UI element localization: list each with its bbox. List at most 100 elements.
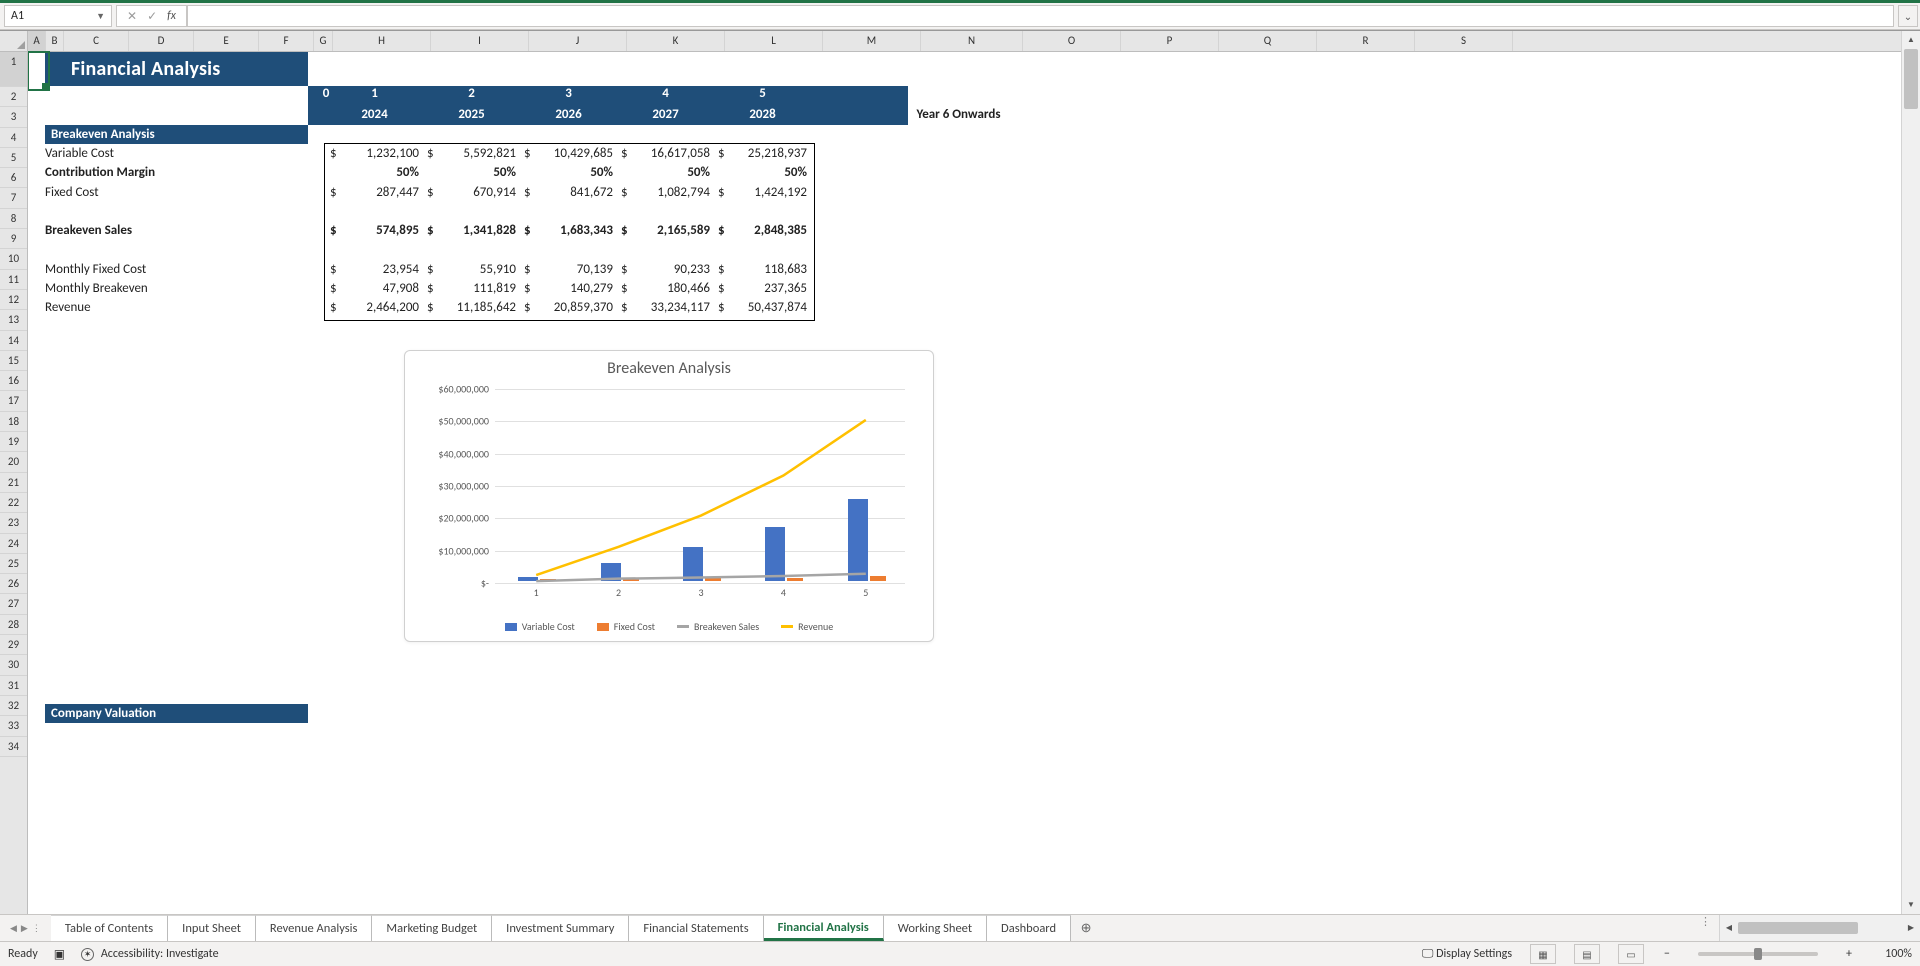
row-head-27[interactable]: 27 xyxy=(0,594,27,614)
select-all-corner[interactable] xyxy=(0,31,27,52)
sheet-tab-working-sheet[interactable]: Working Sheet xyxy=(884,915,987,941)
breakeven-chart[interactable]: Breakeven Analysis $-$10,000,000$20,000,… xyxy=(404,350,934,642)
row-head-13[interactable]: 13 xyxy=(0,310,27,330)
col-head-E[interactable]: E xyxy=(194,31,259,51)
normal-view-button[interactable]: ▦ xyxy=(1530,944,1556,964)
row-head-24[interactable]: 24 xyxy=(0,534,27,554)
cells[interactable]: Financial Analysis0123452024202520262027… xyxy=(28,52,1901,914)
zoom-slider[interactable] xyxy=(1698,952,1818,956)
scroll-up-icon[interactable]: ▲ xyxy=(1902,31,1920,49)
col-head-N[interactable]: N xyxy=(921,31,1023,51)
col-head-O[interactable]: O xyxy=(1023,31,1121,51)
row-head-1[interactable]: 1 xyxy=(0,52,27,87)
page-break-view-button[interactable]: ▭ xyxy=(1618,944,1644,964)
scroll-right-icon[interactable]: ▶ xyxy=(1902,919,1920,937)
row-head-15[interactable]: 15 xyxy=(0,351,27,371)
row-head-25[interactable]: 25 xyxy=(0,554,27,574)
col-head-S[interactable]: S xyxy=(1415,31,1513,51)
row-head-9[interactable]: 9 xyxy=(0,229,27,249)
hscroll-thumb[interactable] xyxy=(1738,922,1858,934)
grid-body[interactable]: ABCDEFGHIJKLMNOPQRS Financial Analysis01… xyxy=(28,31,1901,914)
scroll-left-icon[interactable]: ◀ xyxy=(1720,919,1738,937)
row-head-17[interactable]: 17 xyxy=(0,391,27,411)
label-variable-cost: Variable Cost xyxy=(45,144,308,163)
col-head-J[interactable]: J xyxy=(529,31,627,51)
name-box-chevron-icon[interactable]: ▼ xyxy=(96,11,105,22)
col-head-G[interactable]: G xyxy=(314,31,333,51)
row-head-29[interactable]: 29 xyxy=(0,635,27,655)
zoom-level[interactable]: 100% xyxy=(1872,947,1912,961)
row-head-11[interactable]: 11 xyxy=(0,270,27,290)
sheet-tab-table-of-contents[interactable]: Table of Contents xyxy=(51,915,168,941)
col-head-D[interactable]: D xyxy=(129,31,194,51)
tab-overflow-icon[interactable]: ⋮ xyxy=(1692,915,1719,941)
row-head-26[interactable]: 26 xyxy=(0,574,27,594)
macro-record-icon[interactable]: ▣ xyxy=(54,947,65,962)
display-settings-button[interactable]: 🖵 Display Settings xyxy=(1422,947,1512,961)
row-head-3[interactable]: 3 xyxy=(0,107,27,127)
col-head-L[interactable]: L xyxy=(725,31,823,51)
row-head-8[interactable]: 8 xyxy=(0,209,27,229)
tab-menu-icon[interactable]: ⋮ xyxy=(32,923,41,934)
sheet-tab-revenue-analysis[interactable]: Revenue Analysis xyxy=(256,915,373,941)
row-head-23[interactable]: 23 xyxy=(0,513,27,533)
row-head-28[interactable]: 28 xyxy=(0,615,27,635)
col-head-F[interactable]: F xyxy=(259,31,314,51)
row-head-14[interactable]: 14 xyxy=(0,331,27,351)
sheet-tab-input-sheet[interactable]: Input Sheet xyxy=(168,915,256,941)
row-head-10[interactable]: 10 xyxy=(0,249,27,269)
col-head-C[interactable]: C xyxy=(64,31,129,51)
row-head-21[interactable]: 21 xyxy=(0,473,27,493)
col-head-H[interactable]: H xyxy=(333,31,431,51)
year-2026: 2026 xyxy=(520,105,617,124)
row-head-30[interactable]: 30 xyxy=(0,655,27,675)
col-head-P[interactable]: P xyxy=(1121,31,1219,51)
row-head-6[interactable]: 6 xyxy=(0,168,27,188)
row-head-2[interactable]: 2 xyxy=(0,87,27,107)
zoom-in-button[interactable]: + xyxy=(1842,947,1856,961)
row-head-32[interactable]: 32 xyxy=(0,696,27,716)
label-revenue: Revenue xyxy=(45,298,308,317)
row-head-34[interactable]: 34 xyxy=(0,737,27,757)
formula-input[interactable] xyxy=(187,5,1894,27)
col-head-M[interactable]: M xyxy=(823,31,921,51)
add-sheet-button[interactable]: ⊕ xyxy=(1071,915,1101,941)
zoom-out-button[interactable]: − xyxy=(1660,947,1674,961)
col-head-R[interactable]: R xyxy=(1317,31,1415,51)
col-head-A[interactable]: A xyxy=(28,31,46,51)
row-head-19[interactable]: 19 xyxy=(0,432,27,452)
sheet-tab-financial-analysis[interactable]: Financial Analysis xyxy=(764,915,884,941)
row-head-20[interactable]: 20 xyxy=(0,452,27,472)
tab-prev-icon[interactable]: ◀ xyxy=(10,923,17,934)
col-head-K[interactable]: K xyxy=(627,31,725,51)
row-head-18[interactable]: 18 xyxy=(0,412,27,432)
formula-expand-icon[interactable]: ⌄ xyxy=(1898,5,1918,27)
col-head-I[interactable]: I xyxy=(431,31,529,51)
page-layout-view-button[interactable]: ▤ xyxy=(1574,944,1600,964)
scroll-down-icon[interactable]: ▼ xyxy=(1902,896,1920,914)
accessibility-status[interactable]: ✶ Accessibility: Investigate xyxy=(81,947,218,961)
sheet-tab-dashboard[interactable]: Dashboard xyxy=(987,915,1071,941)
vertical-scrollbar[interactable]: ▲ ▼ xyxy=(1901,31,1920,914)
row-head-5[interactable]: 5 xyxy=(0,148,27,168)
row-head-22[interactable]: 22 xyxy=(0,493,27,513)
horizontal-scrollbar[interactable]: ◀ ▶ xyxy=(1719,915,1920,941)
vscroll-thumb[interactable] xyxy=(1904,49,1918,109)
row-head-12[interactable]: 12 xyxy=(0,290,27,310)
cancel-formula-icon[interactable]: ✕ xyxy=(127,9,137,24)
sheet-tab-financial-statements[interactable]: Financial Statements xyxy=(629,915,763,941)
row-head-7[interactable]: 7 xyxy=(0,188,27,208)
legend-fixed cost: Fixed Cost xyxy=(597,620,655,633)
sheet-tab-investment-summary[interactable]: Investment Summary xyxy=(492,915,629,941)
row-head-4[interactable]: 4 xyxy=(0,128,27,148)
name-box[interactable]: A1 ▼ xyxy=(4,5,112,27)
tab-next-icon[interactable]: ▶ xyxy=(21,923,28,934)
row-head-31[interactable]: 31 xyxy=(0,676,27,696)
sheet-tab-marketing-budget[interactable]: Marketing Budget xyxy=(372,915,492,941)
row-head-16[interactable]: 16 xyxy=(0,371,27,391)
col-head-Q[interactable]: Q xyxy=(1219,31,1317,51)
accept-formula-icon[interactable]: ✓ xyxy=(147,9,157,24)
fx-icon[interactable]: fx xyxy=(167,9,176,23)
col-head-B[interactable]: B xyxy=(46,31,64,51)
row-head-33[interactable]: 33 xyxy=(0,716,27,736)
